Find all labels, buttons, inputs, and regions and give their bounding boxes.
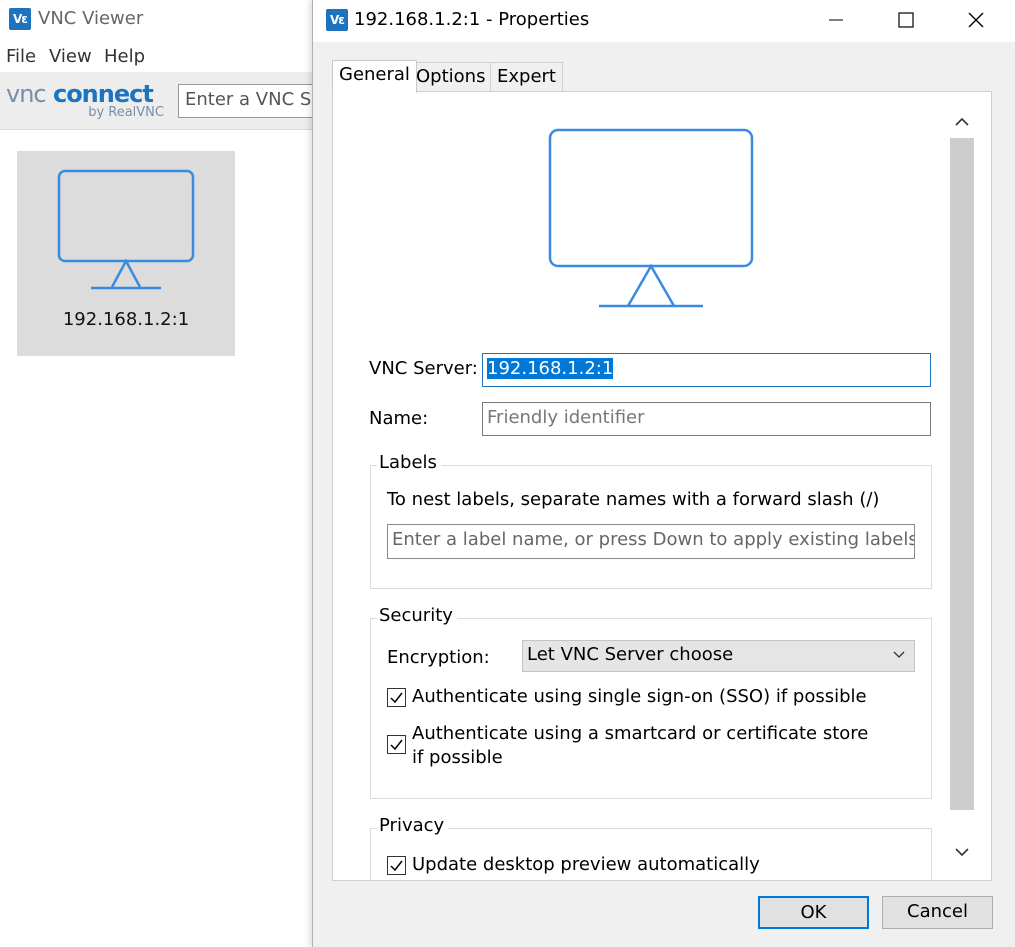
main-toolbar: vnc connect by RealVNC Enter a VNC Se	[0, 72, 338, 130]
maximize-button[interactable]	[883, 0, 929, 40]
monitor-icon	[548, 128, 754, 308]
labels-hint: To nest labels, separate names with a fo…	[387, 489, 880, 510]
encryption-select[interactable]: Let VNC Server choose	[522, 640, 915, 672]
vnc-server-input[interactable]: 192.168.1.2:1	[482, 353, 931, 387]
vnc-app-icon: Vε	[9, 8, 31, 30]
tab-expert[interactable]: Expert	[490, 62, 563, 92]
dialog-titlebar: Vε 192.168.1.2:1 - Properties	[313, 0, 1015, 42]
menubar: File View Help	[0, 42, 320, 72]
encryption-value: Let VNC Server choose	[527, 644, 734, 665]
minimize-button[interactable]	[813, 0, 859, 40]
main-window-title: VNC Viewer	[38, 8, 144, 29]
vnc-app-icon: Vε	[326, 9, 348, 31]
name-label: Name:	[369, 408, 429, 429]
security-group: Security Encryption: Let VNC Server choo…	[370, 605, 932, 799]
selected-text: 192.168.1.2:1	[487, 358, 614, 379]
chevron-down-icon	[955, 848, 969, 857]
scroll-up-button[interactable]	[948, 108, 976, 136]
sso-label: Authenticate using single sign-on (SSO) …	[412, 686, 867, 707]
smartcard-checkbox-row[interactable]: Authenticate using a smartcard or certif…	[387, 722, 927, 772]
tab-general[interactable]: General	[332, 60, 417, 93]
smartcard-checkbox[interactable]	[387, 735, 406, 754]
preview-checkbox-row[interactable]: Update desktop preview automatically	[387, 853, 927, 879]
checkmark-icon	[390, 692, 403, 704]
labels-group: Labels To nest labels, separate names wi…	[370, 452, 932, 589]
labels-group-title: Labels	[377, 452, 441, 473]
properties-dialog: Vε 192.168.1.2:1 - Properties General Op…	[312, 0, 1015, 947]
labels-input[interactable]: Enter a label name, or press Down to app…	[387, 524, 915, 559]
general-tab-panel: VNC Server: 192.168.1.2:1 Name: Friendly…	[332, 91, 992, 881]
smartcard-label: Authenticate using a smartcard or certif…	[412, 723, 869, 768]
vertical-scrollbar[interactable]	[948, 108, 976, 866]
maximize-icon	[898, 12, 914, 28]
chevron-up-icon	[955, 117, 969, 126]
monitor-icon	[57, 169, 195, 290]
connection-label: 192.168.1.2:1	[62, 309, 190, 330]
menu-view[interactable]: View	[49, 46, 92, 67]
sso-checkbox[interactable]	[387, 688, 406, 707]
name-input[interactable]: Friendly identifier	[482, 402, 931, 436]
preview-checkbox[interactable]	[387, 856, 406, 875]
menu-file[interactable]: File	[6, 46, 36, 67]
minimize-icon	[829, 19, 843, 21]
privacy-group-title: Privacy	[377, 815, 449, 836]
encryption-label: Encryption:	[387, 647, 490, 668]
privacy-group: Privacy Update desktop preview automatic…	[370, 815, 932, 880]
tab-options[interactable]: Options	[409, 62, 493, 92]
checkmark-icon	[390, 860, 403, 872]
sso-checkbox-row[interactable]: Authenticate using single sign-on (SSO) …	[387, 685, 927, 711]
checkmark-icon	[390, 739, 403, 751]
close-icon	[968, 12, 984, 28]
ok-button[interactable]: OK	[758, 896, 869, 929]
security-group-title: Security	[377, 605, 457, 626]
vnc-connect-logo: vnc connect by RealVNC	[6, 80, 164, 120]
vnc-server-label: VNC Server:	[369, 358, 478, 379]
scroll-thumb[interactable]	[950, 138, 974, 810]
close-button[interactable]	[953, 0, 999, 40]
chevron-down-icon	[893, 651, 905, 658]
scroll-down-button[interactable]	[948, 838, 976, 866]
cancel-button[interactable]: Cancel	[882, 896, 993, 929]
menu-help[interactable]: Help	[104, 46, 145, 67]
dialog-title: 192.168.1.2:1 - Properties	[354, 9, 590, 30]
connection-tile[interactable]: 192.168.1.2:1	[17, 151, 235, 356]
preview-label: Update desktop preview automatically	[412, 854, 760, 875]
